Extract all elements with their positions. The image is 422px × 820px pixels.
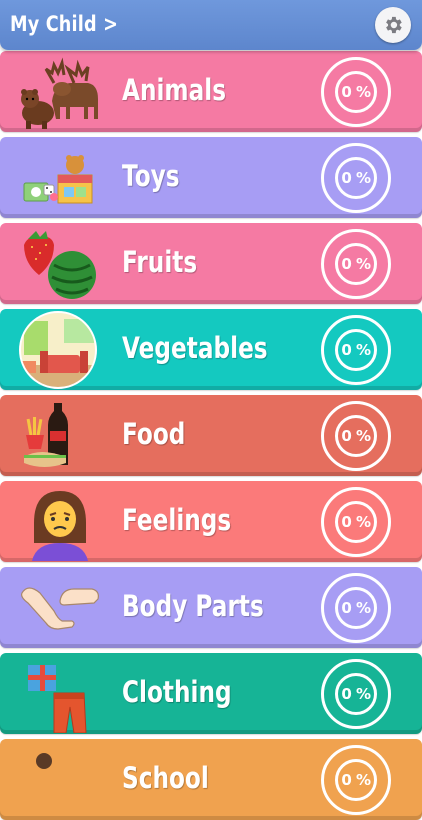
category-row-school[interactable]: School 0 % (0, 739, 422, 820)
category-row-toys[interactable]: Toys 0 % (0, 137, 422, 218)
progress-percent: 0 % (341, 685, 371, 703)
moose-bear-icon (21, 57, 98, 129)
progress-ring: 0 % (321, 573, 391, 643)
fries-soda-sandwich-icon (24, 403, 68, 467)
progress-percent: 0 % (341, 599, 371, 617)
settings-button[interactable] (375, 7, 411, 43)
category-row-food[interactable]: Food 0 % (0, 395, 422, 476)
category-label: Feelings (122, 503, 232, 537)
category-row-animals[interactable]: Animals 0 % (0, 51, 422, 132)
worried-girl-icon (32, 491, 88, 561)
progress-percent: 0 % (341, 771, 371, 789)
arm-foot-icon (21, 587, 99, 630)
toy-blocks-icon (23, 155, 93, 204)
category-label: Toys (122, 159, 180, 193)
top-bar: My Child > (0, 0, 422, 50)
category-row-fruits[interactable]: Fruits 0 % (0, 223, 422, 304)
progress-percent: 0 % (341, 341, 371, 359)
my-child-link[interactable]: My Child > (10, 12, 118, 36)
category-label: Food (122, 417, 186, 451)
progress-percent: 0 % (341, 169, 371, 187)
category-label: Vegetables (122, 331, 268, 365)
progress-ring: 0 % (321, 487, 391, 557)
progress-ring: 0 % (321, 659, 391, 729)
category-row-body-parts[interactable]: Body Parts 0 % (0, 567, 422, 648)
category-label: Clothing (122, 675, 232, 709)
gear-icon (386, 16, 402, 34)
progress-percent: 0 % (341, 427, 371, 445)
category-row-vegetables[interactable]: Vegetables 0 % (0, 309, 422, 390)
progress-percent: 0 % (341, 513, 371, 531)
progress-ring: 0 % (321, 229, 391, 299)
category-label: Fruits (122, 245, 198, 279)
progress-percent: 0 % (341, 255, 371, 273)
gift-pants-icon (28, 665, 87, 733)
category-label: School (122, 761, 209, 795)
category-label: Body Parts (122, 589, 264, 623)
strawberry-watermelon-icon (24, 231, 96, 299)
progress-ring: 0 % (321, 745, 391, 815)
progress-percent: 0 % (341, 83, 371, 101)
category-row-clothing[interactable]: Clothing 0 % (0, 653, 422, 734)
category-row-feelings[interactable]: Feelings 0 % (0, 481, 422, 562)
progress-ring: 0 % (321, 315, 391, 385)
progress-ring: 0 % (321, 57, 391, 127)
progress-ring: 0 % (321, 143, 391, 213)
room-scene-icon (19, 311, 97, 389)
category-label: Animals (122, 73, 227, 107)
school-icon (36, 753, 52, 769)
progress-ring: 0 % (321, 401, 391, 471)
